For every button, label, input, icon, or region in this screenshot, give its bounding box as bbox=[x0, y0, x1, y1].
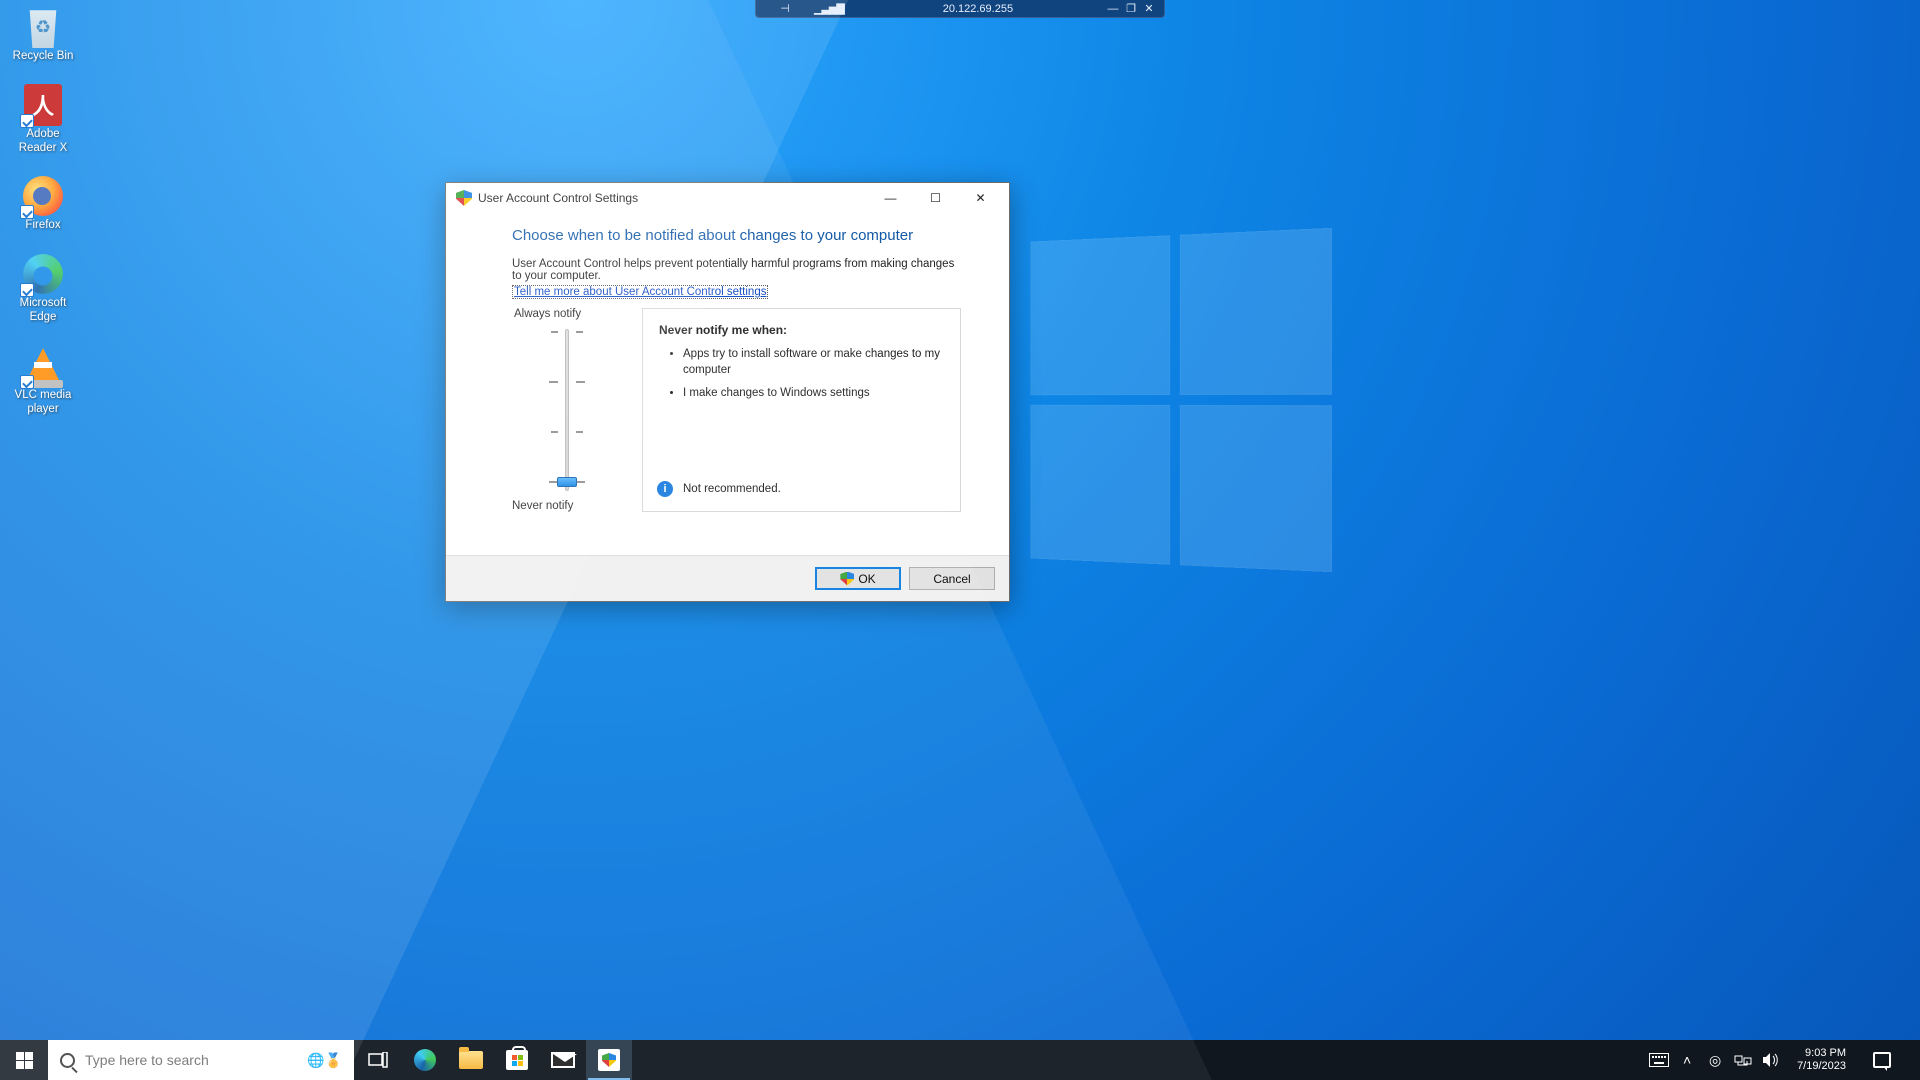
desktop-icon-firefox[interactable]: Firefox bbox=[6, 175, 80, 233]
windows-logo-icon bbox=[16, 1052, 33, 1069]
desktop[interactable]: ⊣ ▁▃▅▇ 20.122.69.255 — ❐ ✕ Recycle Bin 人… bbox=[0, 0, 1920, 1080]
uac-shield-icon bbox=[456, 190, 472, 206]
desktop-icon-label: VLC media player bbox=[6, 389, 80, 417]
search-placeholder: Type here to search bbox=[85, 1052, 209, 1068]
rdp-minimize-button[interactable]: — bbox=[1104, 3, 1122, 15]
recycle-bin-icon bbox=[24, 6, 62, 48]
start-button[interactable] bbox=[0, 1040, 48, 1080]
notify-bullet: I make changes to Windows settings bbox=[683, 386, 944, 402]
shortcut-overlay-icon bbox=[20, 375, 34, 389]
tray-volume-icon[interactable] bbox=[1761, 1050, 1781, 1070]
rdp-connection-bar[interactable]: ⊣ ▁▃▅▇ 20.122.69.255 — ❐ ✕ bbox=[755, 0, 1165, 18]
window-titlebar[interactable]: User Account Control Settings — ☐ ✕ bbox=[446, 183, 1009, 213]
task-view-icon bbox=[368, 1052, 388, 1068]
uac-help-link[interactable]: Tell me more about User Account Control … bbox=[512, 285, 768, 299]
shortcut-overlay-icon bbox=[20, 205, 34, 219]
store-icon bbox=[506, 1050, 528, 1070]
desktop-icon-adobe-reader[interactable]: 人 Adobe Reader X bbox=[6, 84, 80, 156]
taskbar-app-edge[interactable] bbox=[402, 1040, 448, 1080]
info-icon: i bbox=[657, 481, 673, 497]
taskbar-app-store[interactable] bbox=[494, 1040, 540, 1080]
keyboard-icon bbox=[1649, 1053, 1669, 1067]
tray-input-indicator[interactable] bbox=[1649, 1050, 1669, 1070]
ethernet-icon bbox=[1734, 1053, 1752, 1067]
ok-button-label: OK bbox=[858, 572, 875, 586]
notification-icon bbox=[1873, 1052, 1891, 1068]
taskbar-clock[interactable]: 9:03 PM 7/19/2023 bbox=[1789, 1047, 1854, 1072]
uac-notification-details: Never notify me when: Apps try to instal… bbox=[642, 308, 961, 512]
desktop-icon-label: Recycle Bin bbox=[13, 50, 74, 64]
ok-button[interactable]: OK bbox=[815, 567, 901, 590]
search-highlight-icon: 🌐🏅 bbox=[307, 1052, 342, 1069]
desktop-icon-edge[interactable]: Microsoft Edge bbox=[6, 253, 80, 325]
desktop-icon-vlc[interactable]: VLC media player bbox=[6, 345, 80, 417]
desktop-icon-recycle-bin[interactable]: Recycle Bin bbox=[6, 6, 80, 64]
notify-box-title: Never notify me when: bbox=[659, 323, 944, 337]
desktop-icon-label: Firefox bbox=[25, 219, 60, 233]
notify-bullet: Apps try to install software or make cha… bbox=[683, 347, 944, 378]
tray-network-icon[interactable] bbox=[1733, 1050, 1753, 1070]
taskbar-app-uac[interactable] bbox=[586, 1040, 632, 1080]
uac-heading: Choose when to be notified about changes… bbox=[512, 227, 961, 244]
desktop-icon-label: Microsoft Edge bbox=[6, 297, 80, 325]
taskbar-app-mail[interactable] bbox=[540, 1040, 586, 1080]
uac-body: Choose when to be notified about changes… bbox=[446, 213, 1009, 555]
taskbar-app-explorer[interactable] bbox=[448, 1040, 494, 1080]
task-view-button[interactable] bbox=[354, 1040, 402, 1080]
clock-date: 7/19/2023 bbox=[1797, 1060, 1846, 1073]
rdp-host: 20.122.69.255 bbox=[852, 3, 1104, 15]
window-minimize-button[interactable]: — bbox=[868, 184, 913, 212]
uac-settings-window: User Account Control Settings — ☐ ✕ Choo… bbox=[445, 182, 1010, 602]
desktop-icons: Recycle Bin 人 Adobe Reader X Firefox Mic… bbox=[6, 6, 80, 416]
folder-icon bbox=[459, 1051, 483, 1069]
shortcut-overlay-icon bbox=[20, 114, 34, 128]
rdp-close-button[interactable]: ✕ bbox=[1140, 2, 1158, 15]
tray-location-icon[interactable]: ◎ bbox=[1705, 1050, 1725, 1070]
uac-notification-slider[interactable] bbox=[552, 326, 582, 494]
mail-icon bbox=[551, 1052, 575, 1068]
slider-top-label: Always notify bbox=[514, 308, 581, 320]
slider-track bbox=[565, 329, 569, 491]
uac-shield-icon bbox=[840, 572, 854, 586]
cancel-button[interactable]: Cancel bbox=[909, 567, 995, 590]
window-close-button[interactable]: ✕ bbox=[958, 184, 1003, 212]
cancel-button-label: Cancel bbox=[933, 572, 970, 586]
uac-shield-icon bbox=[598, 1049, 620, 1071]
window-maximize-button[interactable]: ☐ bbox=[913, 184, 958, 212]
wallpaper-windows-logo bbox=[1031, 228, 1332, 572]
window-title: User Account Control Settings bbox=[478, 191, 638, 205]
desktop-icon-label: Adobe Reader X bbox=[6, 128, 80, 156]
speaker-icon bbox=[1762, 1052, 1780, 1068]
uac-footer: OK Cancel bbox=[446, 555, 1009, 601]
slider-thumb[interactable] bbox=[557, 477, 577, 487]
system-tray: ˄ ◎ 9:03 PM 7/19/2023 bbox=[1645, 1040, 1920, 1080]
edge-icon bbox=[414, 1049, 436, 1071]
search-icon bbox=[60, 1053, 75, 1068]
action-center-button[interactable] bbox=[1862, 1052, 1902, 1068]
uac-description: User Account Control helps prevent poten… bbox=[512, 258, 961, 282]
tray-overflow-button[interactable]: ˄ bbox=[1677, 1050, 1697, 1070]
taskbar: Type here to search 🌐🏅 ˄ ◎ bbox=[0, 1040, 1920, 1080]
rdp-restore-button[interactable]: ❐ bbox=[1122, 2, 1140, 15]
recommendation-text: Not recommended. bbox=[683, 483, 781, 495]
slider-bottom-label: Never notify bbox=[512, 500, 573, 512]
pin-icon[interactable]: ⊣ bbox=[762, 2, 808, 15]
taskbar-search[interactable]: Type here to search 🌐🏅 bbox=[48, 1040, 354, 1080]
shortcut-overlay-icon bbox=[20, 283, 34, 297]
signal-icon[interactable]: ▁▃▅▇ bbox=[814, 2, 844, 15]
clock-time: 9:03 PM bbox=[1797, 1047, 1846, 1060]
